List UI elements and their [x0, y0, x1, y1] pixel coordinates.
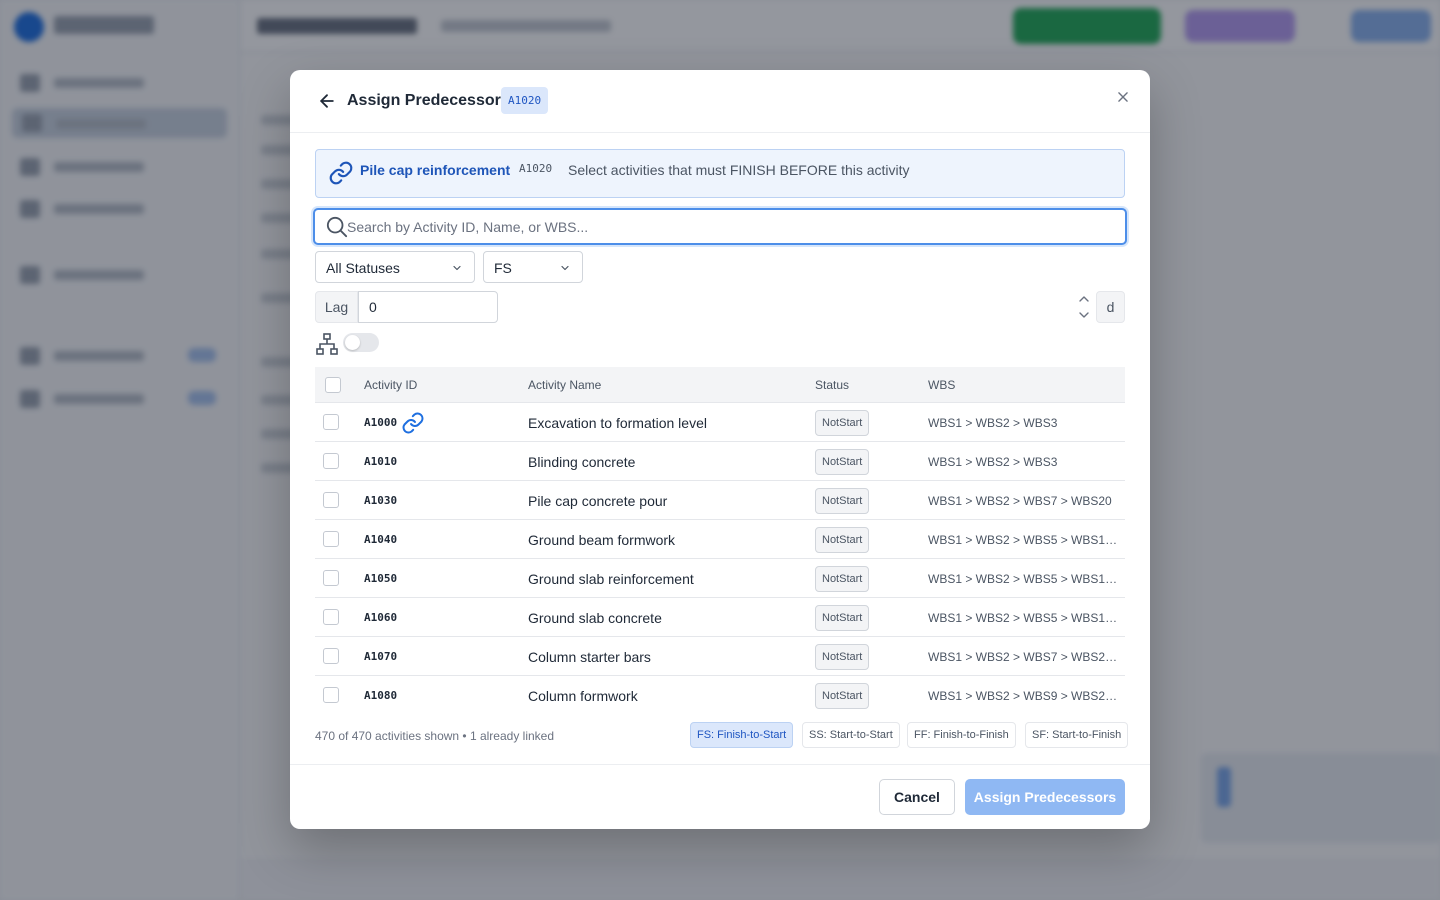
row-checkbox[interactable] [323, 492, 339, 508]
table-header: Activity ID Activity Name Status WBS [315, 367, 1125, 403]
status-badge: NotStart [815, 605, 870, 631]
chevron-down-icon [453, 265, 461, 271]
table-row[interactable]: A1000 Excavation to formation level NotS… [315, 403, 1125, 442]
row-checkbox[interactable] [323, 609, 339, 625]
assign-predecessors-dialog: Assign Predecessors A1020 Pile cap reinf… [290, 70, 1150, 829]
wbs-cell: WBS1 > WBS2 > WBS9 > WBS29 > WBS30 [928, 689, 1118, 703]
column-header-status[interactable]: Status [815, 378, 849, 392]
target-activity-id: A1020 [519, 162, 553, 175]
activity-id-cell: A1080 [364, 689, 398, 702]
hierarchy-view-toggle[interactable] [343, 333, 379, 352]
lag-input-group: Lag d [315, 291, 1125, 323]
row-checkbox[interactable] [323, 648, 339, 664]
table-row[interactable]: A1080 Column formwork NotStart WBS1 > WB… [315, 676, 1125, 713]
lag-label: Lag [315, 291, 358, 323]
table-row[interactable]: A1010 Blinding concrete NotStart WBS1 > … [315, 442, 1125, 481]
banner-instruction: Select activities that must FINISH BEFOR… [568, 162, 910, 178]
wbs-cell: WBS1 > WBS2 > WBS3 [928, 416, 1058, 430]
wbs-cell: WBS1 > WBS2 > WBS5 > WBS15 > WBS16 [928, 533, 1118, 547]
activity-id-cell: A1010 [364, 455, 398, 468]
arrow-left-icon [320, 94, 334, 108]
number-spinner-icon[interactable] [1077, 293, 1091, 321]
hierarchy-icon [316, 333, 338, 355]
status-badge: NotStart [815, 488, 870, 514]
activity-name-cell: Pile cap concrete pour [528, 493, 668, 509]
row-checkbox[interactable] [323, 453, 339, 469]
status-filter-value: All Statuses [326, 260, 400, 276]
target-activity-banner: Pile cap reinforcement A1020 Select acti… [315, 149, 1125, 198]
target-activity-name: Pile cap reinforcement [360, 162, 511, 178]
status-badge: NotStart [815, 527, 870, 553]
linked-icon [402, 412, 424, 434]
cancel-button[interactable]: Cancel [879, 779, 955, 815]
table-row[interactable]: A1040 Ground beam formwork NotStart WBS1… [315, 520, 1125, 559]
activity-id-cell: A1000 [364, 416, 398, 429]
activity-name-cell: Excavation to formation level [528, 415, 707, 431]
dialog-actions: Cancel Assign Predecessors [290, 764, 1150, 829]
wbs-cell: WBS1 > WBS2 > WBS7 > WBS20 [928, 494, 1112, 508]
activity-count-text: 470 of 470 activities shown • 1 already … [315, 729, 555, 743]
activity-id-cell: A1030 [364, 494, 398, 507]
activity-id-cell: A1050 [364, 572, 398, 585]
activity-name-cell: Ground slab reinforcement [528, 571, 694, 587]
wbs-cell: WBS1 > WBS2 > WBS3 [928, 455, 1058, 469]
legend-ss: SS: Start-to-Start [802, 722, 900, 748]
table-row[interactable]: A1070 Column starter bars NotStart WBS1 … [315, 637, 1125, 676]
activity-id-badge: A1020 [501, 87, 549, 114]
activity-id-cell: A1060 [364, 611, 398, 624]
row-checkbox[interactable] [323, 570, 339, 586]
row-checkbox[interactable] [323, 414, 339, 430]
activity-name-cell: Ground slab concrete [528, 610, 662, 626]
activity-name-cell: Ground beam formwork [528, 532, 676, 548]
back-button[interactable] [316, 90, 338, 112]
search-icon [326, 216, 348, 238]
select-all-checkbox[interactable] [325, 377, 341, 393]
status-badge: NotStart [815, 410, 870, 436]
legend-fs: FS: Finish-to-Start [690, 722, 794, 748]
legend-sf: SF: Start-to-Finish [1025, 722, 1129, 748]
lag-input[interactable] [358, 291, 498, 323]
dialog-header: Assign Predecessors A1020 [290, 70, 1150, 133]
status-badge: NotStart [815, 683, 870, 709]
chevron-down-icon [561, 265, 569, 271]
status-badge: NotStart [815, 566, 870, 592]
relationship-type-select[interactable]: FS [483, 251, 583, 283]
dialog-title: Assign Predecessors [347, 92, 510, 109]
link-icon [329, 161, 353, 185]
column-header-activity-id[interactable]: Activity ID [364, 378, 417, 392]
table-row[interactable]: A1030 Pile cap concrete pour NotStart WB… [315, 481, 1125, 520]
status-filter-select[interactable]: All Statuses [315, 251, 475, 283]
activity-id-cell: A1070 [364, 650, 398, 663]
column-header-wbs[interactable]: WBS [928, 378, 955, 392]
activities-table: Activity ID Activity Name Status WBS A10… [315, 367, 1125, 713]
status-badge: NotStart [815, 449, 870, 475]
wbs-cell: WBS1 > WBS2 > WBS5 > WBS15 > WBS18 [928, 611, 1118, 625]
row-checkbox[interactable] [323, 531, 339, 547]
close-icon [1118, 92, 1128, 102]
activity-id-cell: A1040 [364, 533, 398, 546]
status-badge: NotStart [815, 644, 870, 670]
legend-ff: FF: Finish-to-Finish [907, 722, 1016, 748]
activity-name-cell: Column starter bars [528, 649, 651, 665]
search-box[interactable] [313, 208, 1127, 245]
assign-predecessors-button[interactable]: Assign Predecessors [965, 779, 1125, 815]
lag-unit-label: d [1096, 291, 1125, 323]
wbs-cell: WBS1 > WBS2 > WBS5 > WBS15 > WBS17 [928, 572, 1118, 586]
activity-name-cell: Blinding concrete [528, 454, 636, 470]
wbs-cell: WBS1 > WBS2 > WBS7 > WBS23 > WBS24 [928, 650, 1118, 664]
column-header-activity-name[interactable]: Activity Name [528, 378, 601, 392]
close-button[interactable] [1114, 88, 1132, 106]
table-row[interactable]: A1060 Ground slab concrete NotStart WBS1… [315, 598, 1125, 637]
search-input[interactable] [347, 213, 1117, 241]
row-checkbox[interactable] [323, 687, 339, 703]
activity-name-cell: Column formwork [528, 688, 638, 704]
relationship-type-value: FS [494, 260, 512, 276]
table-row[interactable]: A1050 Ground slab reinforcement NotStart… [315, 559, 1125, 598]
